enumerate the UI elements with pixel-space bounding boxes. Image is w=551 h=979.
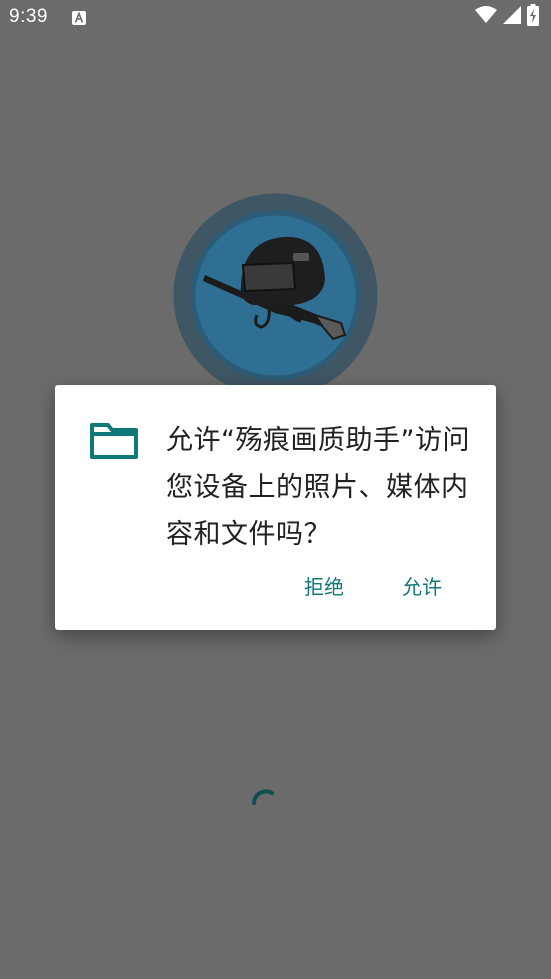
signal-icon: [503, 6, 521, 28]
a-letter-icon: [72, 10, 86, 25]
allow-button[interactable]: 允许: [402, 571, 442, 600]
battery-charging-icon: [527, 4, 539, 30]
status-bar: 9:39: [0, 0, 551, 36]
wifi-icon: [475, 6, 497, 28]
status-time: 9:39: [9, 6, 48, 27]
status-icons: [475, 4, 539, 30]
folder-icon: [90, 421, 138, 461]
permission-dialog: 允许“殇痕画质助手”访问您设备上的照片、媒体内容和文件吗？ 拒绝 允许: [55, 385, 496, 630]
deny-button[interactable]: 拒绝: [304, 571, 344, 600]
app-logo: [173, 193, 378, 398]
dialog-message: 允许“殇痕画质助手”访问您设备上的照片、媒体内容和文件吗？: [166, 425, 470, 550]
loading-spinner: [246, 783, 282, 819]
